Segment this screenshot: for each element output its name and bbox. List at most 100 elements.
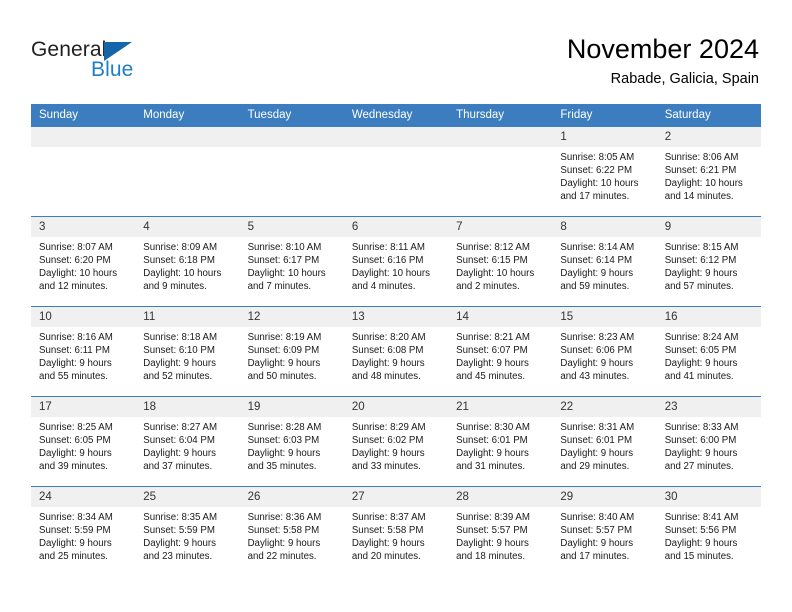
sunset-text: Sunset: 5:58 PM	[247, 525, 320, 537]
daylight-text: Daylight: 10 hours and 12 minutes.	[39, 268, 118, 293]
day-cell[interactable]: 14 Sunrise: 8:21 AM Sunset: 6:07 PM Dayl…	[448, 306, 553, 397]
day-cell[interactable]: 28 Sunrise: 8:39 AM Sunset: 5:57 PM Dayl…	[448, 486, 553, 576]
day-cell[interactable]: 19 Sunrise: 8:28 AM Sunset: 6:03 PM Dayl…	[239, 396, 344, 487]
day-cell[interactable]: 21 Sunrise: 8:30 AM Sunset: 6:01 PM Dayl…	[448, 396, 553, 487]
page-subtitle: Rabade, Galicia, Spain	[610, 71, 759, 87]
day-cell[interactable]: 26 Sunrise: 8:36 AM Sunset: 5:58 PM Dayl…	[239, 486, 344, 576]
day-number: 18	[135, 397, 240, 417]
sunset-text: Sunset: 5:58 PM	[351, 525, 424, 537]
day-cell[interactable]: 24 Sunrise: 8:34 AM Sunset: 5:59 PM Dayl…	[31, 486, 136, 576]
sunrise-text: Sunrise: 8:12 AM	[456, 242, 530, 253]
sunset-text: Sunset: 6:05 PM	[39, 435, 111, 447]
day-cell[interactable]: 2 Sunrise: 8:06 AM Sunset: 6:21 PM Dayli…	[656, 127, 761, 217]
sunset-text: Sunset: 6:00 PM	[664, 435, 737, 447]
day-cell[interactable]: 17 Sunrise: 8:25 AM Sunset: 6:05 PM Dayl…	[31, 396, 136, 487]
day-details: Sunrise: 8:05 AM Sunset: 6:22 PM Dayligh…	[552, 147, 656, 203]
daylight-text: Daylight: 9 hours and 23 minutes.	[143, 538, 216, 563]
sunrise-text: Sunrise: 8:36 AM	[247, 512, 322, 523]
weekday-header-friday: Friday	[552, 104, 657, 127]
day-number: 27	[343, 487, 449, 507]
day-cell-empty	[31, 127, 136, 217]
day-number: 10	[31, 307, 136, 327]
weekday-header-sunday: Sunday	[31, 104, 136, 127]
sunrise-text: Sunrise: 8:28 AM	[247, 422, 322, 433]
day-cell[interactable]: 12 Sunrise: 8:19 AM Sunset: 6:09 PM Dayl…	[239, 306, 344, 397]
day-details: Sunrise: 8:21 AM Sunset: 6:07 PM Dayligh…	[448, 327, 552, 383]
sunrise-text: Sunrise: 8:39 AM	[456, 512, 530, 523]
day-details: Sunrise: 8:24 AM Sunset: 6:05 PM Dayligh…	[657, 327, 761, 383]
day-number: 19	[239, 397, 344, 417]
general-blue-logo[interactable]: General Blue	[31, 38, 171, 84]
day-cell[interactable]: 6 Sunrise: 8:11 AM Sunset: 6:16 PM Dayli…	[343, 216, 449, 307]
sunset-text: Sunset: 6:12 PM	[664, 255, 737, 267]
daylight-text: Daylight: 9 hours and 29 minutes.	[560, 448, 634, 473]
weekday-header-saturday: Saturday	[656, 104, 761, 127]
day-cell[interactable]: 20 Sunrise: 8:29 AM Sunset: 6:02 PM Dayl…	[343, 396, 449, 487]
day-cell[interactable]: 15 Sunrise: 8:23 AM Sunset: 6:06 PM Dayl…	[552, 306, 657, 397]
sunrise-text: Sunrise: 8:06 AM	[664, 152, 739, 163]
sunset-text: Sunset: 6:04 PM	[143, 435, 215, 447]
calendar-header-row: Sunday Monday Tuesday Wednesday Thursday…	[31, 104, 761, 127]
sunset-text: Sunset: 6:15 PM	[456, 255, 528, 267]
day-cell[interactable]: 3 Sunrise: 8:07 AM Sunset: 6:20 PM Dayli…	[31, 216, 136, 307]
day-number: 23	[656, 397, 761, 417]
day-cell[interactable]: 9 Sunrise: 8:15 AM Sunset: 6:12 PM Dayli…	[656, 216, 761, 307]
day-number: 26	[239, 487, 344, 507]
sunset-text: Sunset: 6:20 PM	[39, 255, 111, 267]
calendar-week-row: 1 Sunrise: 8:05 AM Sunset: 6:22 PM Dayli…	[31, 127, 761, 217]
day-details: Sunrise: 8:11 AM Sunset: 6:16 PM Dayligh…	[344, 237, 448, 293]
daylight-text: Daylight: 9 hours and 57 minutes.	[664, 268, 738, 293]
day-number: 25	[135, 487, 240, 507]
sunrise-text: Sunrise: 8:20 AM	[351, 332, 426, 343]
day-details: Sunrise: 8:36 AM Sunset: 5:58 PM Dayligh…	[240, 507, 344, 563]
day-cell-empty	[239, 127, 344, 217]
day-details: Sunrise: 8:16 AM Sunset: 6:11 PM Dayligh…	[31, 327, 135, 383]
day-details: Sunrise: 8:23 AM Sunset: 6:06 PM Dayligh…	[552, 327, 656, 383]
day-number	[31, 127, 136, 147]
day-cell[interactable]: 16 Sunrise: 8:24 AM Sunset: 6:05 PM Dayl…	[656, 306, 761, 397]
day-cell[interactable]: 29 Sunrise: 8:40 AM Sunset: 5:57 PM Dayl…	[552, 486, 657, 576]
day-details: Sunrise: 8:40 AM Sunset: 5:57 PM Dayligh…	[552, 507, 656, 563]
day-cell[interactable]: 11 Sunrise: 8:18 AM Sunset: 6:10 PM Dayl…	[135, 306, 240, 397]
day-cell[interactable]: 22 Sunrise: 8:31 AM Sunset: 6:01 PM Dayl…	[552, 396, 657, 487]
day-number: 20	[343, 397, 449, 417]
day-details: Sunrise: 8:34 AM Sunset: 5:59 PM Dayligh…	[31, 507, 135, 563]
day-number: 2	[656, 127, 761, 147]
day-cell[interactable]: 13 Sunrise: 8:20 AM Sunset: 6:08 PM Dayl…	[343, 306, 449, 397]
day-number: 30	[656, 487, 761, 507]
day-details: Sunrise: 8:20 AM Sunset: 6:08 PM Dayligh…	[344, 327, 448, 383]
day-details: Sunrise: 8:10 AM Sunset: 6:17 PM Dayligh…	[240, 237, 344, 293]
day-cell[interactable]: 8 Sunrise: 8:14 AM Sunset: 6:14 PM Dayli…	[552, 216, 657, 307]
sunset-text: Sunset: 6:17 PM	[247, 255, 320, 267]
day-cell[interactable]: 5 Sunrise: 8:10 AM Sunset: 6:17 PM Dayli…	[239, 216, 344, 307]
sunset-text: Sunset: 6:16 PM	[351, 255, 424, 267]
sunrise-text: Sunrise: 8:27 AM	[143, 422, 218, 433]
sunrise-text: Sunrise: 8:14 AM	[560, 242, 635, 253]
day-cell[interactable]: 4 Sunrise: 8:09 AM Sunset: 6:18 PM Dayli…	[135, 216, 240, 307]
daylight-text: Daylight: 9 hours and 20 minutes.	[351, 538, 425, 563]
day-cell[interactable]: 18 Sunrise: 8:27 AM Sunset: 6:04 PM Dayl…	[135, 396, 240, 487]
day-cell[interactable]: 25 Sunrise: 8:35 AM Sunset: 5:59 PM Dayl…	[135, 486, 240, 576]
sunrise-text: Sunrise: 8:16 AM	[39, 332, 113, 343]
daylight-text: Daylight: 9 hours and 48 minutes.	[351, 358, 425, 383]
sunrise-text: Sunrise: 8:21 AM	[456, 332, 530, 343]
daylight-text: Daylight: 9 hours and 41 minutes.	[664, 358, 738, 383]
sunset-text: Sunset: 6:06 PM	[560, 345, 633, 357]
day-number: 8	[552, 217, 657, 237]
day-number: 29	[552, 487, 657, 507]
sunset-text: Sunset: 6:03 PM	[247, 435, 320, 447]
sunrise-text: Sunrise: 8:35 AM	[143, 512, 218, 523]
sunset-text: Sunset: 6:07 PM	[456, 345, 528, 357]
sunrise-text: Sunrise: 8:10 AM	[247, 242, 322, 253]
day-cell[interactable]: 30 Sunrise: 8:41 AM Sunset: 5:56 PM Dayl…	[656, 486, 761, 576]
day-number: 7	[448, 217, 553, 237]
day-cell[interactable]: 10 Sunrise: 8:16 AM Sunset: 6:11 PM Dayl…	[31, 306, 136, 397]
day-number	[448, 127, 553, 147]
day-cell[interactable]: 27 Sunrise: 8:37 AM Sunset: 5:58 PM Dayl…	[343, 486, 449, 576]
day-cell[interactable]: 23 Sunrise: 8:33 AM Sunset: 6:00 PM Dayl…	[656, 396, 761, 487]
day-number: 24	[31, 487, 136, 507]
day-cell[interactable]: 1 Sunrise: 8:05 AM Sunset: 6:22 PM Dayli…	[552, 127, 657, 217]
day-cell[interactable]: 7 Sunrise: 8:12 AM Sunset: 6:15 PM Dayli…	[448, 216, 553, 307]
sunset-text: Sunset: 6:01 PM	[456, 435, 528, 447]
sunrise-text: Sunrise: 8:09 AM	[143, 242, 218, 253]
